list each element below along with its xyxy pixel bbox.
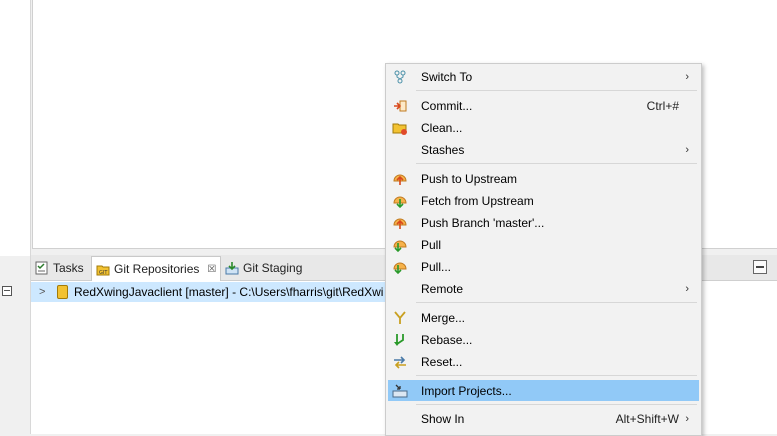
commit-icon — [392, 98, 408, 114]
minimize-button[interactable] — [753, 260, 767, 274]
menu-label: Push to Upstream — [421, 171, 518, 186]
import-projects-icon — [392, 383, 408, 399]
menu-item-rebase[interactable]: Rebase... — [388, 329, 699, 350]
git-repositories-icon: GIT — [96, 262, 110, 276]
tab-git-staging[interactable]: Git Staging — [225, 255, 302, 280]
menu-shortcut: Alt+Shift+W — [615, 411, 679, 426]
menu-separator — [416, 90, 697, 91]
menu-item-commit[interactable]: Commit... Ctrl+# — [388, 95, 699, 116]
repository-label: RedXwingJavaclient [master] - C:\Users\f… — [74, 285, 384, 299]
menu-item-push-to-upstream[interactable]: Push to Upstream — [388, 168, 699, 189]
tab-git-staging-label: Git Staging — [243, 260, 303, 275]
repository-icon — [57, 285, 68, 299]
close-icon[interactable]: ☒ — [207, 264, 216, 275]
menu-item-switch-to[interactable]: Switch To › — [388, 66, 699, 87]
tasks-icon — [35, 261, 49, 275]
chevron-right-icon: › — [685, 412, 689, 425]
menu-label: Reset... — [421, 354, 463, 369]
menu-item-import-projects[interactable]: Import Projects... — [388, 380, 699, 401]
menu-item-pull-dialog[interactable]: Pull... — [388, 256, 699, 277]
menu-separator — [416, 404, 697, 405]
menu-item-show-in[interactable]: Show In Alt+Shift+W › — [388, 408, 699, 429]
git-staging-icon — [225, 261, 239, 275]
pull-icon — [392, 237, 408, 253]
menu-label: Push Branch 'master'... — [421, 215, 545, 230]
menu-label: Merge... — [421, 310, 466, 325]
menu-label: Rebase... — [421, 332, 473, 347]
merge-icon — [392, 310, 408, 326]
menu-separator — [416, 163, 697, 164]
chevron-right-icon: › — [685, 143, 689, 156]
tree-row[interactable]: > RedXwingJavaclient [master] - C:\Users… — [31, 282, 391, 302]
menu-item-stashes[interactable]: Stashes › — [388, 139, 699, 160]
context-menu: Switch To › Commit... Ctrl+# Clean... St… — [385, 63, 702, 436]
switch-branch-icon — [392, 69, 408, 85]
menu-label: Commit... — [421, 98, 473, 113]
menu-item-reset[interactable]: Reset... — [388, 351, 699, 372]
collapse-icon[interactable] — [2, 286, 12, 296]
push-icon — [392, 171, 408, 187]
menu-item-fetch-from-upstream[interactable]: Fetch from Upstream — [388, 190, 699, 211]
tab-git-repositories-label: Git Repositories — [114, 262, 200, 276]
menu-item-push-branch[interactable]: Push Branch 'master'... — [388, 212, 699, 233]
menu-label: Pull... — [421, 259, 452, 274]
pull-icon — [392, 259, 408, 275]
rebase-icon — [392, 332, 408, 348]
menu-separator — [416, 302, 697, 303]
menu-item-merge[interactable]: Merge... — [388, 307, 699, 328]
menu-item-clean[interactable]: Clean... — [388, 117, 699, 138]
tab-tasks-label: Tasks — [53, 260, 84, 275]
chevron-right-icon: › — [685, 282, 689, 295]
menu-item-pull[interactable]: Pull — [388, 234, 699, 255]
clean-icon — [392, 120, 408, 136]
menu-label: Import Projects... — [421, 383, 512, 398]
menu-label: Switch To — [421, 69, 473, 84]
tab-tasks[interactable]: Tasks — [35, 255, 84, 280]
tab-git-repositories[interactable]: GIT Git Repositories ☒ — [91, 256, 222, 281]
menu-label: Clean... — [421, 120, 463, 135]
menu-label: Stashes — [421, 142, 465, 157]
menu-label: Remote — [421, 281, 464, 296]
fetch-icon — [392, 193, 408, 209]
menu-label: Show In — [421, 411, 465, 426]
left-panel-lower — [0, 256, 30, 434]
push-branch-icon — [392, 215, 408, 231]
menu-separator — [416, 375, 697, 376]
svg-text:GIT: GIT — [99, 270, 108, 276]
chevron-right-icon[interactable]: > — [39, 286, 51, 298]
chevron-right-icon: › — [685, 70, 689, 83]
menu-label: Fetch from Upstream — [421, 193, 534, 208]
menu-shortcut: Ctrl+# — [646, 98, 679, 113]
menu-item-remote[interactable]: Remote › — [388, 278, 699, 299]
reset-icon — [392, 354, 408, 370]
menu-label: Pull — [421, 237, 442, 252]
